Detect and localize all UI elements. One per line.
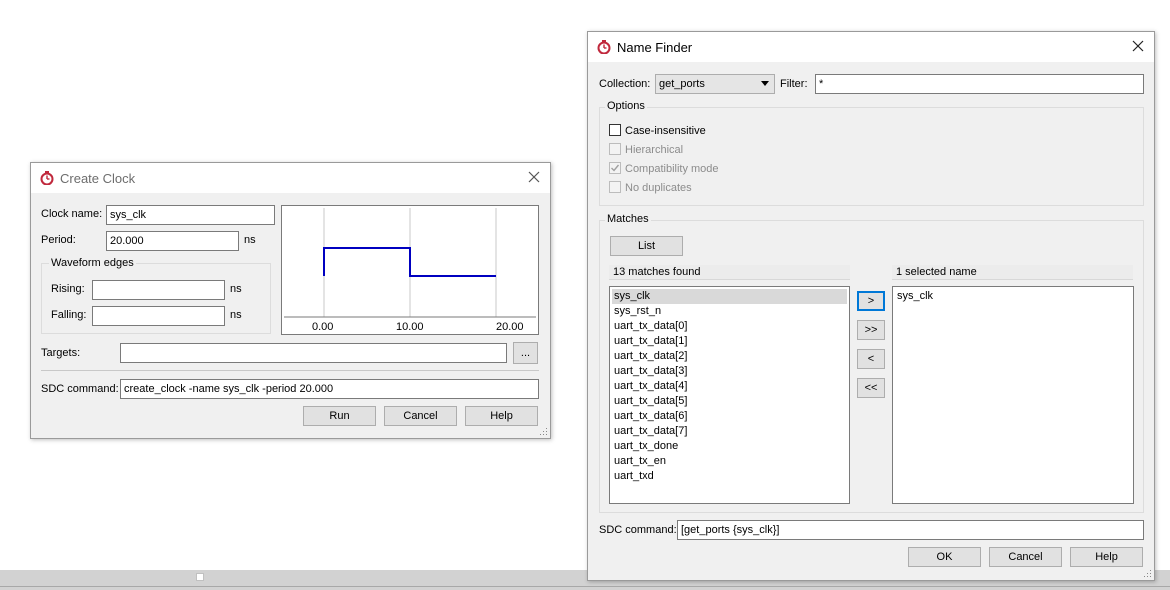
list-item[interactable]: sys_clk: [895, 289, 1131, 304]
period-field[interactable]: 20.000: [106, 231, 239, 251]
list-item[interactable]: sys_rst_n: [612, 304, 847, 319]
background-scroll-thumb[interactable]: [196, 573, 204, 581]
no-duplicates-label: No duplicates: [625, 182, 692, 194]
list-item[interactable]: uart_tx_data[3]: [612, 364, 847, 379]
options-title: Options: [605, 100, 647, 112]
checkbox-box[interactable]: [609, 124, 621, 136]
case-insensitive-label: Case-insensitive: [625, 125, 706, 137]
collection-select-value: get_ports: [659, 78, 705, 90]
checkmark-icon: [611, 164, 620, 172]
filter-field[interactable]: *: [815, 74, 1144, 94]
falling-label: Falling:: [51, 309, 87, 321]
list-item[interactable]: uart_tx_data[7]: [612, 424, 847, 439]
filter-label: Filter:: [780, 78, 808, 90]
stopwatch-icon: [597, 40, 611, 54]
resize-grip-icon[interactable]: [540, 428, 548, 436]
cancel-button[interactable]: Cancel: [989, 547, 1062, 567]
ok-button[interactable]: OK: [908, 547, 981, 567]
list-item[interactable]: uart_tx_en: [612, 454, 847, 469]
list-item[interactable]: uart_tx_data[0]: [612, 319, 847, 334]
name-finder-titlebar[interactable]: Name Finder: [588, 32, 1154, 62]
add-selected-button[interactable]: >: [857, 291, 885, 311]
resize-grip-icon[interactable]: [1144, 570, 1152, 578]
close-icon[interactable]: [1130, 38, 1146, 54]
checkbox-box: [609, 181, 621, 193]
rising-field[interactable]: [92, 280, 225, 300]
collection-select[interactable]: get_ports: [655, 74, 775, 94]
list-item[interactable]: uart_tx_data[6]: [612, 409, 847, 424]
compatibility-mode-label: Compatibility mode: [625, 163, 719, 175]
create-clock-title: Create Clock: [60, 171, 136, 186]
list-item[interactable]: uart_tx_data[2]: [612, 349, 847, 364]
create-clock-titlebar[interactable]: Create Clock: [31, 163, 550, 193]
stopwatch-icon: [40, 171, 54, 185]
waveform-chart: 0.00 10.00 20.00: [284, 208, 536, 333]
hierarchical-checkbox: Hierarchical: [609, 143, 683, 156]
compatibility-mode-checkbox: Compatibility mode: [609, 162, 719, 175]
collection-label: Collection:: [599, 78, 651, 90]
waveform-tick-label: 20.00: [496, 321, 524, 333]
selected-names-list[interactable]: sys_clk: [892, 286, 1134, 504]
help-button[interactable]: Help: [1070, 547, 1143, 567]
waveform-edges-title: Waveform edges: [49, 257, 136, 269]
waveform-preview: 0.00 10.00 20.00: [281, 205, 539, 335]
name-finder-title: Name Finder: [617, 40, 693, 55]
targets-label: Targets:: [41, 347, 81, 359]
targets-field[interactable]: [120, 343, 507, 363]
cancel-button[interactable]: Cancel: [384, 406, 457, 426]
create-clock-dialog: Create Clock Clock name: sys_clk Period:…: [30, 162, 551, 439]
sdc-command-field[interactable]: [get_ports {sys_clk}]: [677, 520, 1144, 540]
remove-selected-button[interactable]: <: [857, 349, 885, 369]
list-item[interactable]: uart_tx_data[5]: [612, 394, 847, 409]
remove-all-button[interactable]: <<: [857, 378, 885, 398]
list-item[interactable]: uart_tx_data[1]: [612, 334, 847, 349]
background-divider: [0, 586, 1170, 587]
waveform-trace: [323, 247, 496, 277]
selected-count-header: 1 selected name: [892, 265, 1133, 280]
list-item[interactable]: uart_txd: [612, 469, 847, 484]
create-clock-separator: [41, 370, 539, 371]
add-all-button[interactable]: >>: [857, 320, 885, 340]
sdc-command-label: SDC command:: [41, 383, 119, 395]
list-button[interactable]: List: [610, 236, 683, 256]
sdc-command-label: SDC command:: [599, 524, 677, 536]
checkbox-box: [609, 143, 621, 155]
period-unit: ns: [244, 234, 256, 246]
name-finder-dialog: Name Finder Collection: get_ports Filter…: [587, 31, 1155, 581]
list-item[interactable]: uart_tx_done: [612, 439, 847, 454]
clock-name-field[interactable]: sys_clk: [106, 205, 275, 225]
hierarchical-label: Hierarchical: [625, 144, 684, 156]
falling-field[interactable]: [92, 306, 225, 326]
matches-list[interactable]: sys_clk sys_rst_n uart_tx_data[0] uart_t…: [609, 286, 850, 504]
rising-unit: ns: [230, 283, 242, 295]
waveform-tick-label: 0.00: [312, 321, 333, 333]
rising-label: Rising:: [51, 283, 85, 295]
help-button[interactable]: Help: [465, 406, 538, 426]
no-duplicates-checkbox: No duplicates: [609, 181, 692, 194]
matches-title: Matches: [605, 213, 651, 225]
checkbox-box: [609, 162, 621, 174]
targets-browse-button[interactable]: ...: [513, 342, 538, 364]
case-insensitive-checkbox[interactable]: Case-insensitive: [609, 124, 706, 137]
waveform-tick-label: 10.00: [396, 321, 424, 333]
falling-unit: ns: [230, 309, 242, 321]
matches-count-header: 13 matches found: [609, 265, 850, 280]
chevron-down-icon: [761, 81, 769, 86]
run-button[interactable]: Run: [303, 406, 376, 426]
period-label: Period:: [41, 234, 76, 246]
list-item[interactable]: sys_clk: [612, 289, 847, 304]
close-icon[interactable]: [526, 169, 542, 185]
clock-name-label: Clock name:: [41, 208, 103, 220]
list-item[interactable]: uart_tx_data[4]: [612, 379, 847, 394]
sdc-command-field[interactable]: create_clock -name sys_clk -period 20.00…: [120, 379, 539, 399]
